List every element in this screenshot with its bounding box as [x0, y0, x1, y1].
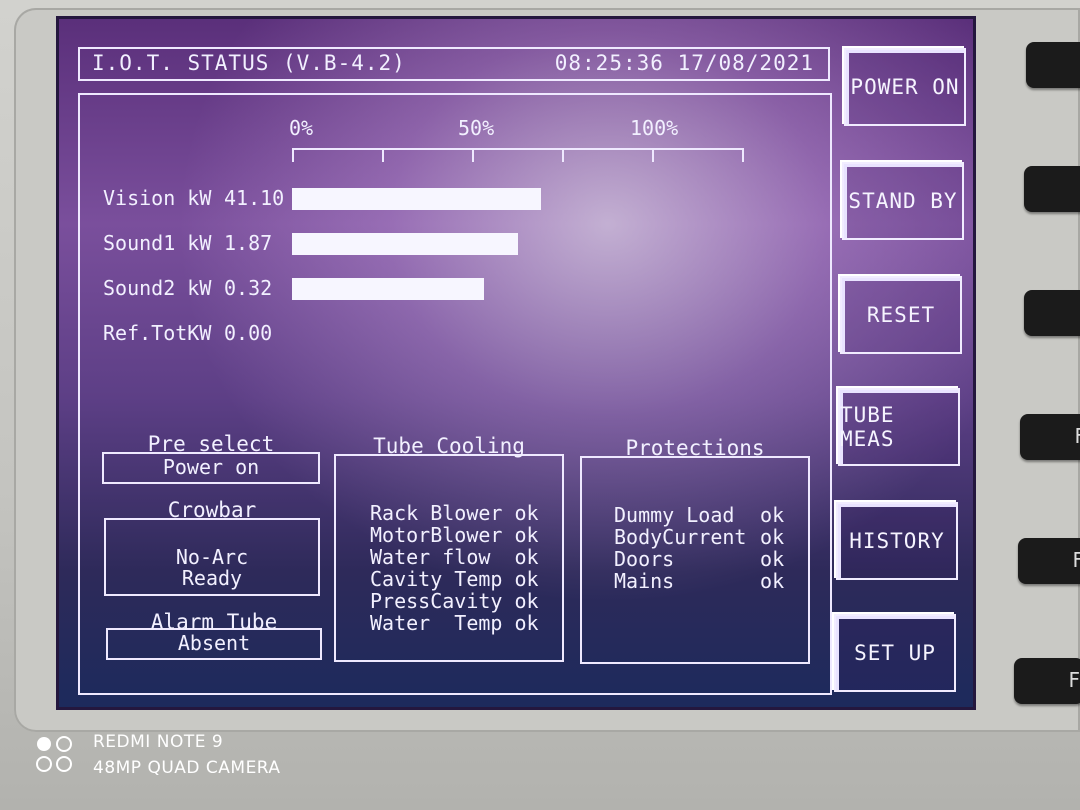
hardware-key-4[interactable]: F	[1020, 414, 1080, 460]
meter-label-reflected: Ref.TotKW	[103, 321, 212, 345]
history-button[interactable]: HISTORY	[836, 502, 958, 580]
alarm-tube-value: Absent	[177, 631, 251, 655]
hardware-key-3[interactable]	[1024, 290, 1080, 336]
tube-cooling-item: Water Temp ok	[370, 611, 539, 635]
crowbar-line1: No-Arc	[175, 545, 249, 569]
hardware-key-2[interactable]	[1024, 166, 1080, 212]
reset-button[interactable]: RESET	[840, 276, 962, 354]
time: 08:25:36	[554, 51, 664, 75]
preselect-title: Pre select	[147, 432, 275, 456]
crowbar-title: Crowbar	[167, 498, 257, 522]
meter-bar-sound2	[292, 278, 484, 300]
status-title-bar: I.O.T. STATUS (V.B-4.2) 08:25:36 17/08/2…	[78, 47, 830, 81]
meter-bar-vision	[292, 188, 541, 210]
meter-value-sound2: 0.32	[224, 276, 273, 300]
scale-tick	[652, 148, 654, 162]
meter-value-reflected: 0.00	[224, 321, 273, 345]
scale-axis	[292, 148, 744, 150]
set-up-button[interactable]: SET UP	[834, 614, 956, 692]
meter-bar-sound1	[292, 233, 518, 255]
scale-label-50: 50%	[458, 116, 495, 140]
tube-cooling-item: Rack Blower ok	[370, 501, 539, 525]
camera-lens-icon	[36, 736, 72, 772]
tube-cooling-title: Tube Cooling	[373, 434, 525, 458]
protections-title: Protections	[625, 436, 765, 460]
lcd-screen: I.O.T. STATUS (V.B-4.2) 08:25:36 17/08/2…	[56, 16, 976, 710]
meter-label-vision: Vision kW	[103, 186, 212, 210]
clock-readout: 08:25:36 17/08/2021	[555, 51, 814, 75]
power-on-button[interactable]: POWER ON	[844, 48, 966, 126]
tube-cooling-item: MotorBlower ok	[370, 523, 539, 547]
tube-meas-button[interactable]: TUBE MEAS	[838, 388, 960, 466]
scale-label-0: 0%	[289, 116, 314, 140]
meter-value-vision: 41.10	[224, 186, 285, 210]
scale-tick	[472, 148, 474, 162]
protection-item: Dummy Load ok	[614, 503, 785, 527]
camera-caption-line2: 48MP QUAD CAMERA	[93, 758, 281, 778]
scale-tick	[292, 148, 294, 162]
hardware-key-1[interactable]	[1026, 42, 1080, 88]
tube-cooling-item: Water flow ok	[370, 545, 539, 569]
meter-label-sound2: Sound2 kW	[103, 276, 212, 300]
tube-cooling-item: PressCavity ok	[370, 589, 539, 613]
date: 17/08/2021	[677, 51, 814, 75]
camera-caption-line1: REDMI NOTE 9	[93, 732, 224, 752]
page-title: I.O.T. STATUS (V.B-4.2)	[92, 51, 406, 75]
protection-item: BodyCurrent ok	[614, 525, 785, 549]
hardware-key-5[interactable]: F	[1018, 538, 1080, 584]
tube-cooling-item: Cavity Temp ok	[370, 567, 539, 591]
tube-cooling-list: Rack Blower ok MotorBlower ok Water flow…	[370, 502, 539, 634]
meter-label-sound1: Sound1 kW	[103, 231, 212, 255]
meter-value-sound1: 1.87	[224, 231, 273, 255]
protection-item: Mains ok	[614, 569, 785, 593]
crowbar-line2: Ready	[181, 566, 243, 590]
preselect-value: Power on	[162, 455, 260, 479]
protections-list: Dummy Load ok BodyCurrent ok Doors ok Ma…	[614, 504, 784, 592]
hardware-key-6[interactable]: F	[1014, 658, 1080, 704]
scale-tick	[742, 148, 744, 162]
scale-tick	[382, 148, 384, 162]
protection-item: Doors ok	[614, 547, 785, 571]
scale-tick	[562, 148, 564, 162]
scale-label-100: 100%	[630, 116, 679, 140]
stand-by-button[interactable]: STAND BY	[842, 162, 964, 240]
